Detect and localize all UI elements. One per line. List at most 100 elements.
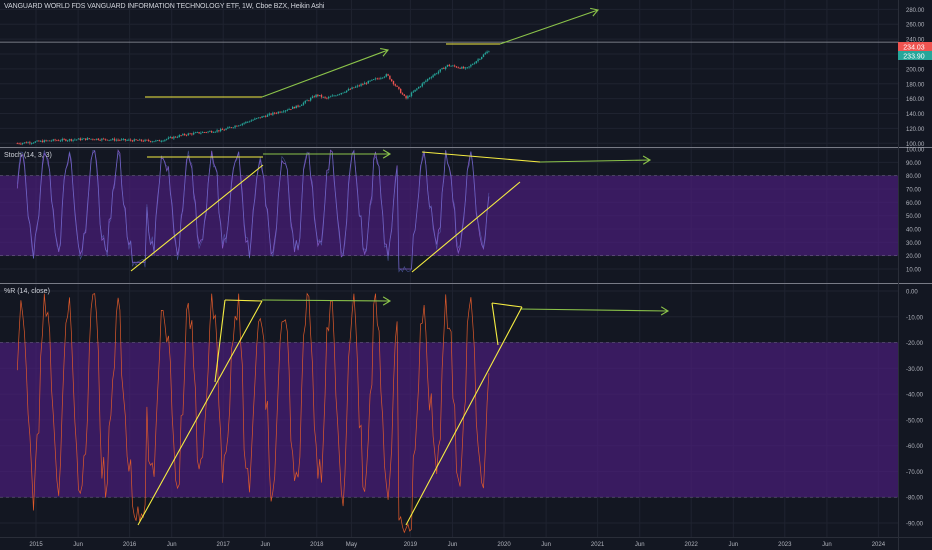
time-tick-label: 2018: [310, 542, 324, 548]
candle-body: [326, 97, 328, 99]
candle-body: [137, 140, 139, 141]
candle-body: [286, 109, 288, 111]
candle-body: [371, 79, 373, 81]
candle-body: [475, 61, 477, 64]
wr-tick-label: -50.00: [906, 418, 924, 424]
candle-body: [165, 138, 168, 140]
wr-tick-label: -60.00: [906, 444, 924, 450]
candle-body: [16, 143, 18, 145]
candle-body: [210, 131, 213, 133]
candle-body: [72, 139, 74, 141]
candle-body: [149, 140, 152, 142]
candle-body: [385, 74, 387, 77]
candle-body: [200, 132, 202, 134]
candle-body: [345, 90, 348, 93]
time-tick-label: Jun: [73, 542, 83, 548]
candle-body: [70, 139, 72, 141]
candle-body: [209, 131, 211, 132]
candle-body: [473, 63, 476, 65]
candle-body: [191, 133, 193, 135]
candles: [16, 50, 490, 146]
candle-body: [227, 127, 229, 129]
candle-body: [466, 67, 468, 69]
wr-axis[interactable]: 0.00 -10.00 -20.00 -30.00 -40.00 -50.00 -60.00…: [906, 290, 924, 528]
stoch-tick-label: 100.00: [906, 148, 925, 154]
stoch-tick-label: 90.00: [906, 161, 922, 167]
candle-body: [315, 94, 317, 98]
candle-body: [302, 102, 305, 105]
candle-body: [299, 105, 301, 107]
candle-body: [434, 73, 436, 76]
candle-body: [444, 66, 447, 69]
stoch-tick-label: 80.00: [906, 174, 922, 180]
candle-body: [455, 66, 458, 68]
candle-body: [344, 92, 346, 93]
candle-body: [135, 139, 137, 141]
price-tick-label: 200.00: [906, 67, 925, 73]
candle-body: [383, 76, 386, 78]
candle-body: [57, 140, 60, 142]
candle-body: [464, 67, 467, 69]
candle-body: [156, 140, 159, 141]
time-tick-label: 2020: [497, 542, 511, 548]
candle-body: [363, 82, 366, 85]
chart-canvas[interactable]: 280.00260.00240.00220.00200.00180.00160.…: [0, 0, 932, 550]
candle-body: [335, 95, 337, 97]
candle-body: [201, 132, 204, 133]
candle-body: [356, 85, 359, 87]
candle-body: [176, 137, 179, 138]
candle-body: [392, 81, 395, 85]
candle-body: [128, 139, 130, 141]
candle-body: [32, 142, 35, 144]
candle-body: [63, 138, 65, 140]
candle-body: [115, 139, 117, 141]
candle-body: [171, 137, 173, 139]
stoch-tick-label: 20.00: [906, 254, 922, 260]
candle-body: [273, 112, 276, 114]
candle-body: [318, 95, 321, 96]
candle-body: [99, 139, 101, 141]
candle-body: [86, 138, 89, 141]
candle-body: [117, 139, 119, 141]
candle-body: [214, 131, 216, 133]
candle-body: [212, 132, 215, 133]
wr-tick-label: -90.00: [906, 522, 924, 528]
candle-body: [311, 96, 314, 98]
candle-body: [52, 139, 54, 141]
candle-body: [27, 142, 29, 144]
candle-body: [284, 110, 287, 112]
candle-body: [408, 96, 411, 97]
time-tick-label: 2023: [778, 542, 792, 548]
candle-body: [380, 77, 382, 79]
candle-body: [160, 141, 162, 142]
candle-body: [291, 106, 294, 110]
price-axis[interactable]: 280.00260.00240.00220.00200.00180.00160.…: [906, 8, 925, 148]
candle-body: [259, 117, 261, 119]
candle-body: [140, 139, 143, 141]
candle-body: [30, 142, 33, 144]
wr-indicator-label[interactable]: %R (14, close): [4, 288, 50, 295]
candle-body: [237, 125, 240, 127]
candle-body: [95, 138, 98, 140]
candle-body: [47, 140, 49, 142]
stoch-tick-label: 40.00: [906, 228, 922, 234]
candle-body: [106, 139, 108, 141]
candle-body: [381, 77, 384, 79]
candle-body: [245, 121, 247, 123]
candle-body: [124, 138, 126, 141]
candle-body: [279, 111, 281, 113]
time-axis[interactable]: 2015 Jun 2016 Jun 2017 Jun 2018 May 2019 Jun 2020 J…: [29, 542, 885, 548]
candle-body: [119, 139, 121, 141]
stoch-axis[interactable]: 100.00 90.00 80.00 70.00 60.00 50.00 40.00 30.0…: [906, 148, 925, 274]
candle-body: [477, 59, 479, 62]
candle-body: [457, 67, 459, 69]
time-tick-label: 2021: [591, 542, 605, 548]
stoch-indicator-label[interactable]: Stoch (14, 3, 3): [4, 152, 52, 159]
candle-body: [88, 138, 90, 140]
candle-body: [230, 127, 233, 129]
candle-body: [25, 142, 27, 144]
candle-body: [108, 139, 110, 141]
price-tick-label: 180.00: [906, 82, 925, 88]
candle-body: [194, 132, 197, 134]
candle-body: [232, 127, 234, 129]
